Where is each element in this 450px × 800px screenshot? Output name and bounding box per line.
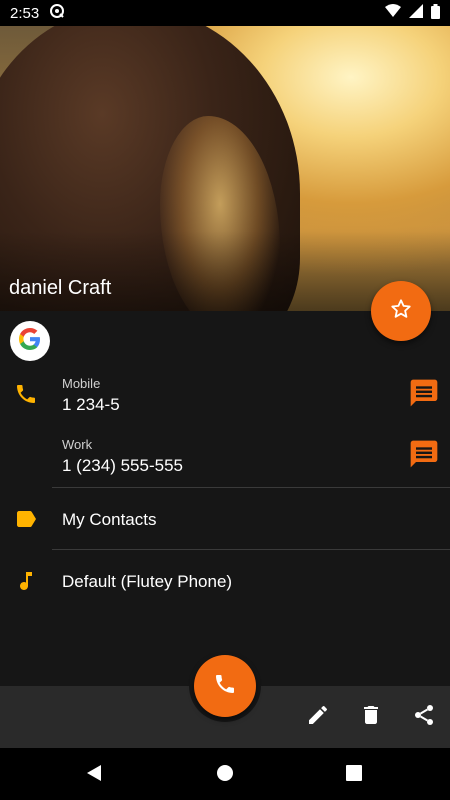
call-button[interactable]	[194, 655, 256, 717]
battery-icon	[431, 3, 440, 23]
message-icon	[408, 438, 440, 475]
phone-number: 1 234-5	[62, 395, 120, 414]
back-icon	[85, 764, 103, 787]
share-icon	[412, 703, 436, 732]
wifi-icon	[385, 4, 401, 22]
favorite-button[interactable]	[371, 281, 431, 341]
phone-label: Work	[62, 437, 93, 452]
status-left: 2:53	[10, 3, 65, 23]
label-icon	[14, 507, 38, 536]
divider	[52, 487, 450, 488]
delete-button[interactable]	[356, 702, 386, 732]
trash-icon	[359, 703, 383, 732]
phone-icon	[213, 672, 237, 701]
message-icon	[408, 377, 440, 414]
back-button[interactable]	[77, 758, 111, 792]
home-button[interactable]	[208, 758, 242, 792]
sync-icon	[49, 3, 65, 23]
status-right	[385, 3, 440, 23]
message-mobile-button[interactable]	[407, 378, 441, 412]
signal-icon	[409, 4, 423, 22]
status-bar: 2:53	[0, 0, 450, 26]
star-outline-icon	[390, 298, 412, 325]
share-button[interactable]	[409, 702, 439, 732]
edit-button[interactable]	[303, 702, 333, 732]
phone-icon	[14, 382, 38, 411]
recents-button[interactable]	[337, 758, 371, 792]
phone-number: 1 (234) 555-555	[62, 456, 183, 475]
account-badge	[10, 321, 50, 361]
google-icon	[17, 326, 43, 357]
message-work-button[interactable]	[407, 439, 441, 473]
divider	[52, 549, 450, 550]
group-name[interactable]: My Contacts	[62, 510, 156, 530]
ringtone-name[interactable]: Default (Flutey Phone)	[62, 572, 232, 592]
pencil-icon	[306, 703, 330, 732]
music-note-icon	[14, 569, 38, 598]
home-icon	[216, 764, 234, 787]
contact-name: daniel Craft	[9, 277, 112, 299]
contact-photo	[0, 26, 450, 311]
recents-icon	[345, 764, 363, 787]
status-time: 2:53	[10, 4, 40, 22]
phone-label: Mobile	[62, 376, 101, 391]
